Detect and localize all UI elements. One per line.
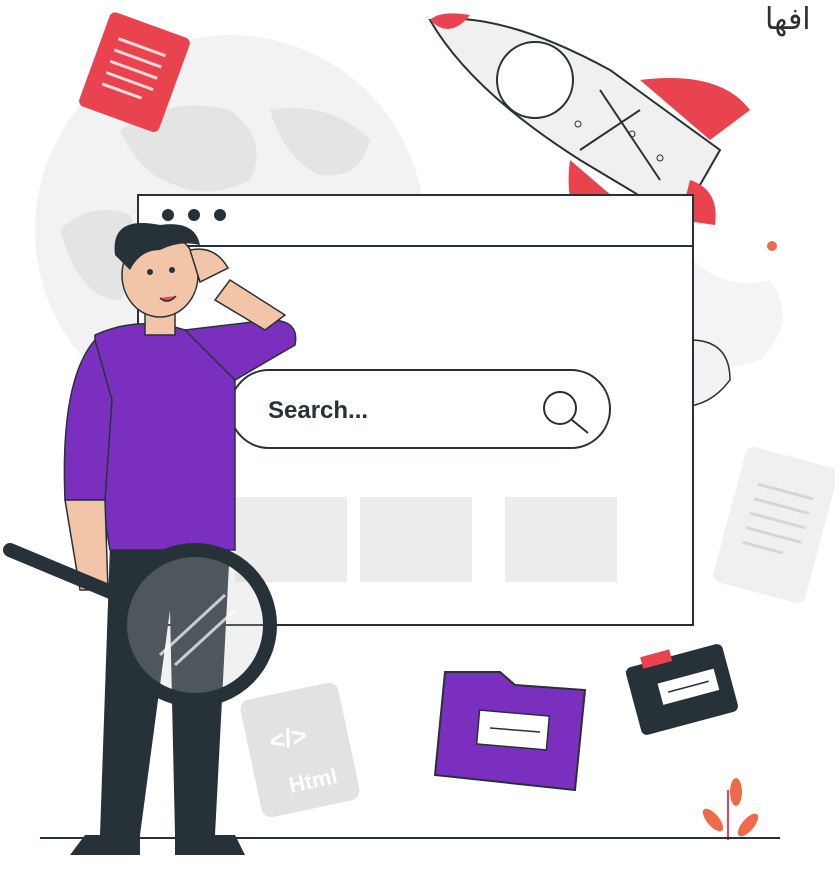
search-illustration: Search... </> Html — [3, 12, 835, 855]
search-input[interactable]: Search... — [268, 397, 368, 424]
plant-icon — [702, 778, 759, 840]
search-bar[interactable]: Search... — [229, 369, 611, 449]
content-block-3 — [505, 497, 617, 582]
html-file-icon: </> Html — [240, 682, 360, 818]
folder-icon-dark — [625, 644, 738, 735]
window-dot-1 — [162, 209, 174, 221]
caption-fragment: افها — [765, 2, 811, 37]
window-dot-3 — [214, 209, 226, 221]
content-block-2 — [360, 497, 472, 582]
window-dot-2 — [188, 209, 200, 221]
document-icon-gray — [713, 447, 835, 604]
magnifying-glass-icon — [113, 543, 277, 707]
folder-icon-purple — [433, 671, 587, 792]
illustration-scene: افها Search... </> Html — [0, 0, 835, 865]
